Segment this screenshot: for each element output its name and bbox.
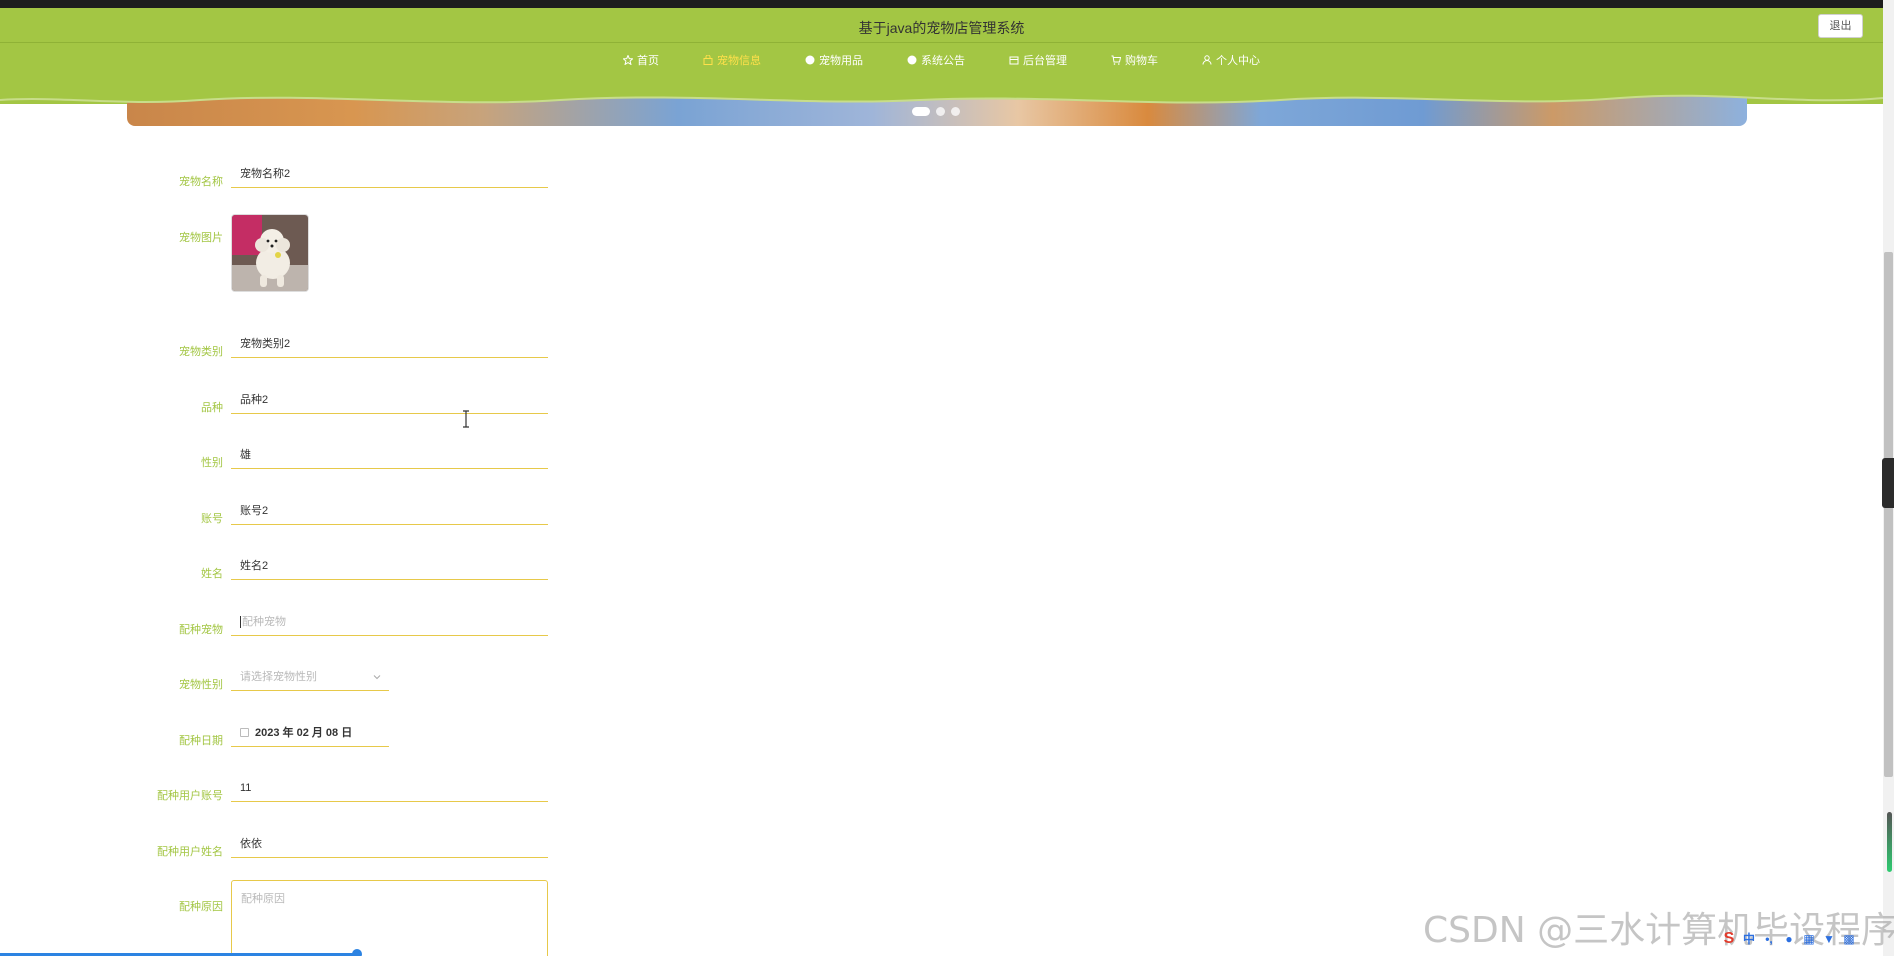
row-pet-name: 宠物名称 — [140, 166, 223, 189]
account-label: 账号 — [201, 513, 223, 525]
text-cursor-icon — [463, 410, 469, 428]
keyboard-icon[interactable]: ▦ — [1802, 932, 1816, 946]
nav-label: 个人中心 — [1216, 55, 1260, 67]
breed-field[interactable]: 品种2 — [231, 386, 548, 414]
pet-image[interactable] — [231, 214, 309, 292]
breeding-pet-input[interactable]: 配种宠物 — [231, 608, 548, 636]
nav-label: 系统公告 — [921, 55, 965, 67]
nav-item-pet-supplies[interactable]: 宠物用品 — [805, 52, 863, 68]
breeding-user-account-label: 配种用户账号 — [157, 790, 223, 802]
breeding-reason-label: 配种原因 — [179, 901, 223, 913]
scrollbar-thumb[interactable] — [1884, 252, 1893, 777]
account-field[interactable]: 账号2 — [231, 497, 548, 525]
bottom-progress-knob[interactable] — [352, 949, 362, 956]
header-divider — [0, 42, 1883, 43]
pet-category-label: 宠物类别 — [179, 346, 223, 358]
shirt-icon[interactable]: ▼ — [1822, 932, 1836, 946]
row-pet-category: 宠物类别 — [140, 336, 223, 359]
breeding-user-name-label: 配种用户姓名 — [157, 846, 223, 858]
text-caret — [240, 616, 241, 629]
sogou-icon[interactable]: S — [1722, 931, 1736, 947]
row-breed: 品种 — [140, 392, 223, 415]
pet-name-label: 宠物名称 — [179, 176, 223, 188]
pet-gender-label: 宠物性别 — [179, 679, 223, 691]
row-breeding-pet: 配种宠物 — [140, 614, 223, 637]
row-breeding-user-account: 配种用户账号 — [140, 780, 223, 803]
nav-label: 宠物用品 — [819, 55, 863, 67]
row-pet-gender: 宠物性别 — [140, 669, 223, 692]
star-icon — [623, 55, 633, 65]
row-breeding-date: 配种日期 — [140, 725, 223, 748]
grid-icon[interactable]: ▩ — [1842, 932, 1856, 946]
side-drawer-tab[interactable] — [1882, 458, 1894, 508]
pet-gender-placeholder: 请选择宠物性别 — [240, 671, 317, 683]
chevron-down-icon — [373, 675, 381, 680]
nav-item-admin[interactable]: 后台管理 — [1009, 52, 1067, 68]
nav-item-cart[interactable]: 购物车 — [1111, 52, 1158, 68]
breeding-pet-placeholder: 配种宠物 — [242, 616, 286, 628]
carousel-dot[interactable] — [912, 107, 930, 116]
row-breeding-reason: 配种原因 — [140, 891, 223, 914]
breed-label: 品种 — [201, 402, 223, 414]
mic-icon[interactable]: ● — [1782, 932, 1796, 946]
breeding-user-account-field[interactable]: 11 — [231, 774, 548, 802]
pet-category-field[interactable]: 宠物类别2 — [231, 330, 548, 358]
row-pet-image: 宠物图片 — [140, 222, 223, 245]
site-title: 基于java的宠物店管理系统 — [858, 20, 1025, 36]
name-field[interactable]: 姓名2 — [231, 552, 548, 580]
breeding-reason-textarea[interactable]: 配种原因 — [231, 880, 548, 956]
gender-label: 性别 — [201, 457, 223, 469]
carousel-dot[interactable] — [936, 107, 945, 116]
page: 基于java的宠物店管理系统 退出 首页 宠物信息 宠物用品 系统公告 后台管理… — [0, 0, 1894, 956]
pet-gender-select[interactable]: 请选择宠物性别 — [231, 663, 389, 691]
gender-field[interactable]: 雄 — [231, 441, 548, 469]
row-name: 姓名 — [140, 558, 223, 581]
nav-label: 宠物信息 — [717, 55, 761, 67]
carousel-dot[interactable] — [951, 107, 960, 116]
breeding-date-label: 配种日期 — [179, 735, 223, 747]
cart-icon — [1111, 55, 1121, 65]
box-icon — [1009, 56, 1019, 65]
logout-button[interactable]: 退出 — [1818, 14, 1863, 38]
dog-photo — [232, 215, 308, 291]
pet-image-label: 宠物图片 — [179, 232, 223, 244]
breeding-pet-label: 配种宠物 — [179, 624, 223, 636]
breeding-date-picker[interactable]: 2023 年 02 月 08 日 — [231, 719, 389, 747]
row-breeding-user-name: 配种用户姓名 — [140, 836, 223, 859]
circle-icon — [805, 55, 815, 65]
calendar-icon — [240, 727, 249, 737]
nav-item-profile[interactable]: 个人中心 — [1202, 52, 1260, 68]
side-indicator — [1887, 812, 1892, 872]
nav-item-home[interactable]: 首页 — [623, 52, 659, 68]
top-strip — [0, 0, 1894, 8]
main-nav: 首页 宠物信息 宠物用品 系统公告 后台管理 购物车 个人中心 — [0, 52, 1883, 68]
punct-icon[interactable]: •, — [1762, 932, 1776, 946]
ime-toolbar: S 中 •, ● ▦ ▼ ▩ — [1722, 931, 1856, 947]
row-account: 账号 — [140, 503, 223, 526]
circle-icon — [907, 55, 917, 65]
nav-item-announcements[interactable]: 系统公告 — [907, 52, 965, 68]
nav-label: 首页 — [637, 55, 659, 67]
row-gender: 性别 — [140, 447, 223, 470]
breeding-date-value: 2023 年 02 月 08 日 — [255, 727, 353, 739]
nav-label: 购物车 — [1125, 55, 1158, 67]
bag-icon — [703, 55, 713, 65]
nav-item-pet-info[interactable]: 宠物信息 — [703, 52, 761, 68]
lang-icon[interactable]: 中 — [1742, 932, 1756, 946]
pet-name-field[interactable]: 宠物名称2 — [231, 160, 548, 188]
user-icon — [1202, 55, 1212, 65]
nav-label: 后台管理 — [1023, 55, 1067, 67]
name-label: 姓名 — [201, 568, 223, 580]
breeding-user-name-field[interactable]: 依依 — [231, 830, 548, 858]
carousel-indicators — [912, 107, 960, 116]
